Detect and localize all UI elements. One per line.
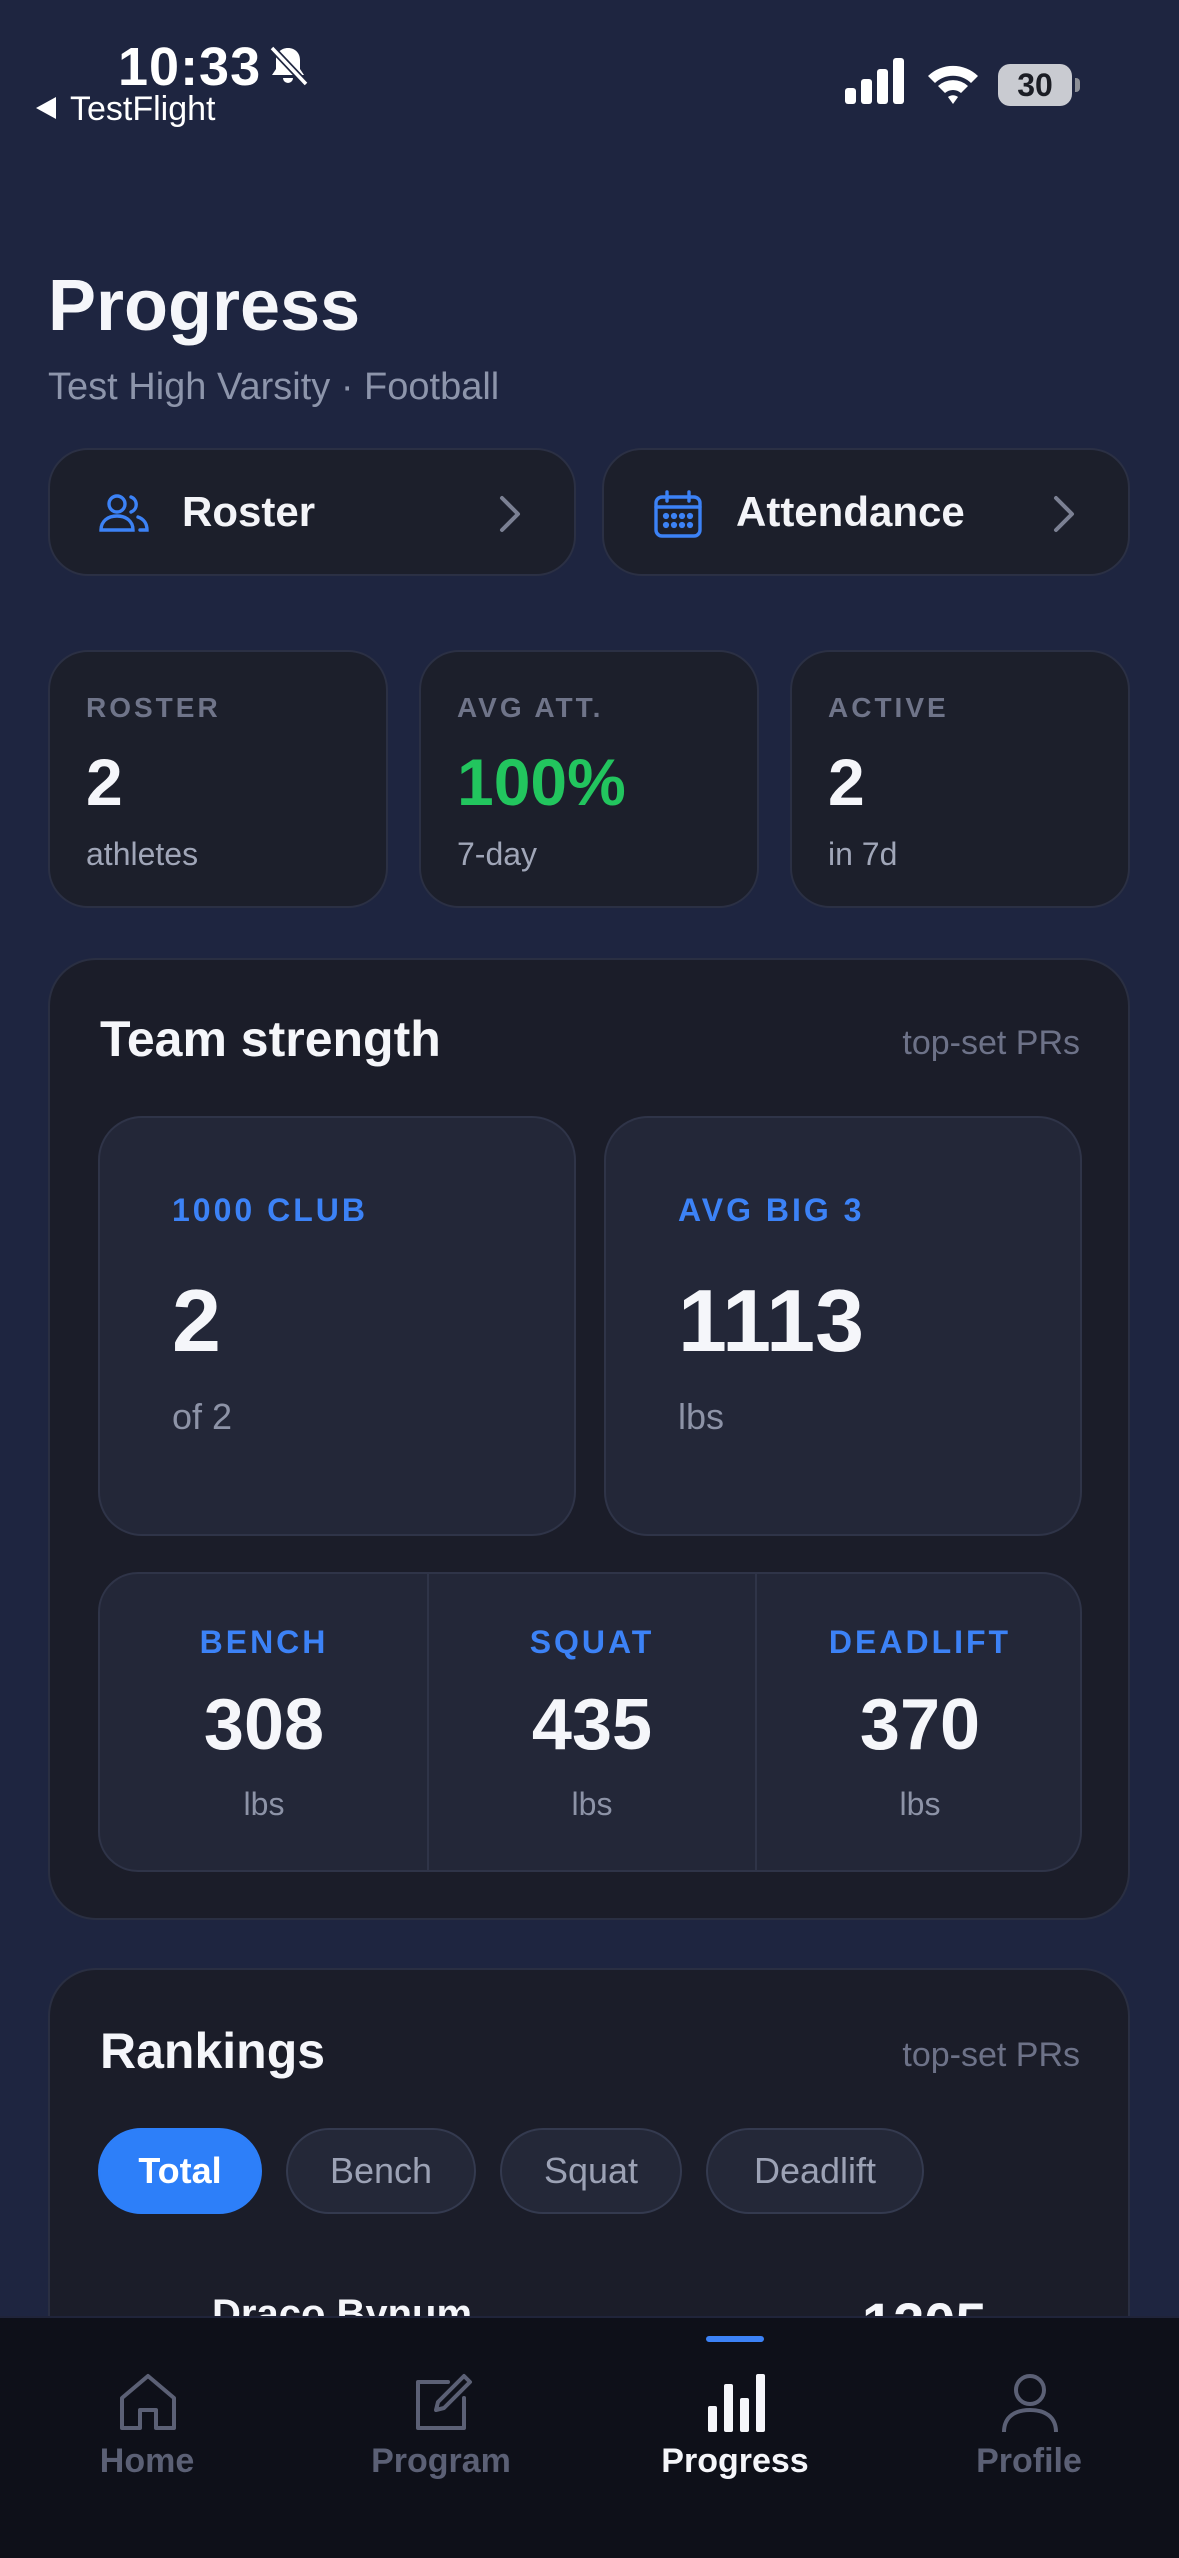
lift-unit: lbs bbox=[243, 1786, 285, 1822]
tile-label: AVG BIG 3 bbox=[678, 1192, 865, 1228]
back-arrow-icon bbox=[36, 97, 56, 120]
lift-unit: lbs bbox=[899, 1786, 941, 1822]
battery-indicator: 30 bbox=[998, 64, 1080, 106]
rankings-note: top-set PRs bbox=[902, 2036, 1080, 2074]
stat-label: ACTIVE bbox=[828, 692, 949, 723]
lift-value: 370 bbox=[859, 1685, 981, 1765]
team-strength-title: Team strength bbox=[100, 1011, 441, 1067]
stat-card-roster: ROSTER 2 athletes bbox=[48, 650, 388, 908]
stat-card-avg-attendance: AVG ATT. 100% 7-day bbox=[419, 650, 759, 908]
back-to-testflight[interactable]: TestFlight bbox=[36, 90, 216, 129]
bar-chart-icon bbox=[708, 2374, 765, 2432]
stat-label: ROSTER bbox=[86, 692, 221, 723]
lift-label: SQUAT bbox=[529, 1624, 655, 1660]
page-title: Progress bbox=[48, 266, 361, 346]
team-strength-note: top-set PRs bbox=[902, 1024, 1080, 1062]
tile-value: 1113 bbox=[678, 1271, 865, 1370]
rankings-title: Rankings bbox=[100, 2023, 326, 2079]
stat-sublabel: athletes bbox=[86, 836, 199, 872]
attendance-button-label: Attendance bbox=[736, 488, 965, 535]
stat-sublabel: in 7d bbox=[828, 836, 898, 872]
tab-program[interactable]: Program bbox=[294, 2318, 588, 2558]
stat-card-active: ACTIVE 2 in 7d bbox=[790, 650, 1130, 908]
filter-bench[interactable]: Bench bbox=[286, 2128, 476, 2214]
stat-value: 100% bbox=[457, 745, 626, 819]
lift-averages: BENCH 308 lbs SQUAT 435 lbs DEADLIFT 370… bbox=[98, 1572, 1082, 1872]
tile-sublabel: of 2 bbox=[172, 1396, 233, 1437]
back-label: TestFlight bbox=[70, 90, 216, 128]
chevron-right-icon bbox=[500, 496, 520, 532]
page-subtitle: Test High Varsity · Football bbox=[48, 366, 500, 408]
tab-label: Home bbox=[99, 2442, 195, 2480]
battery-level: 30 bbox=[1017, 67, 1053, 103]
attendance-button[interactable]: Attendance bbox=[602, 448, 1130, 576]
lift-label: BENCH bbox=[199, 1624, 329, 1660]
tab-profile[interactable]: Profile bbox=[882, 2318, 1176, 2558]
tile-sublabel: lbs bbox=[678, 1396, 725, 1437]
team-strength-panel: Team strength top-set PRs 1000 CLUB 2 of… bbox=[48, 958, 1130, 1920]
home-icon bbox=[120, 2374, 176, 2430]
lift-value: 435 bbox=[531, 1685, 653, 1765]
tab-label: Progress bbox=[661, 2442, 809, 2480]
tab-progress[interactable]: Progress bbox=[588, 2318, 882, 2558]
tab-label: Program bbox=[371, 2442, 511, 2480]
tab-home[interactable]: Home bbox=[0, 2318, 294, 2558]
filter-squat[interactable]: Squat bbox=[500, 2128, 682, 2214]
lift-squat: SQUAT 435 lbs bbox=[428, 1574, 756, 1870]
lift-unit: lbs bbox=[571, 1786, 613, 1822]
stat-label: AVG ATT. bbox=[457, 692, 604, 723]
filter-deadlift[interactable]: Deadlift bbox=[706, 2128, 924, 2214]
tile-value: 2 bbox=[172, 1271, 221, 1370]
filter-total[interactable]: Total bbox=[98, 2128, 262, 2214]
wifi-icon bbox=[928, 65, 978, 104]
roster-button-label: Roster bbox=[182, 488, 316, 535]
stat-value: 2 bbox=[86, 745, 123, 819]
tile-label: 1000 CLUB bbox=[172, 1192, 368, 1228]
person-icon bbox=[1002, 2374, 1058, 2433]
tile-1000-club: 1000 CLUB 2 of 2 bbox=[98, 1116, 576, 1536]
lift-bench: BENCH 308 lbs bbox=[100, 1574, 428, 1870]
battery-nub bbox=[1075, 78, 1080, 92]
active-tab-indicator bbox=[706, 2336, 764, 2342]
status-time: 10:33 bbox=[118, 37, 262, 97]
tab-bar: Home Program Progress Profile bbox=[0, 2316, 1179, 2558]
tile-avg-big-3: AVG BIG 3 1113 lbs bbox=[604, 1116, 1082, 1536]
people-icon bbox=[99, 494, 149, 532]
edit-icon bbox=[416, 2374, 472, 2430]
lift-deadlift: DEADLIFT 370 lbs bbox=[756, 1574, 1084, 1870]
roster-button[interactable]: Roster bbox=[48, 448, 576, 576]
calendar-icon bbox=[654, 490, 702, 538]
lift-value: 308 bbox=[203, 1685, 325, 1765]
chevron-right-icon bbox=[1054, 496, 1074, 532]
lift-label: DEADLIFT bbox=[828, 1624, 1012, 1660]
cellular-signal-icon bbox=[845, 58, 904, 104]
stat-sublabel: 7-day bbox=[457, 836, 538, 872]
bell-muted-icon bbox=[269, 45, 309, 87]
stat-value: 2 bbox=[828, 745, 865, 819]
tab-label: Profile bbox=[976, 2442, 1082, 2480]
